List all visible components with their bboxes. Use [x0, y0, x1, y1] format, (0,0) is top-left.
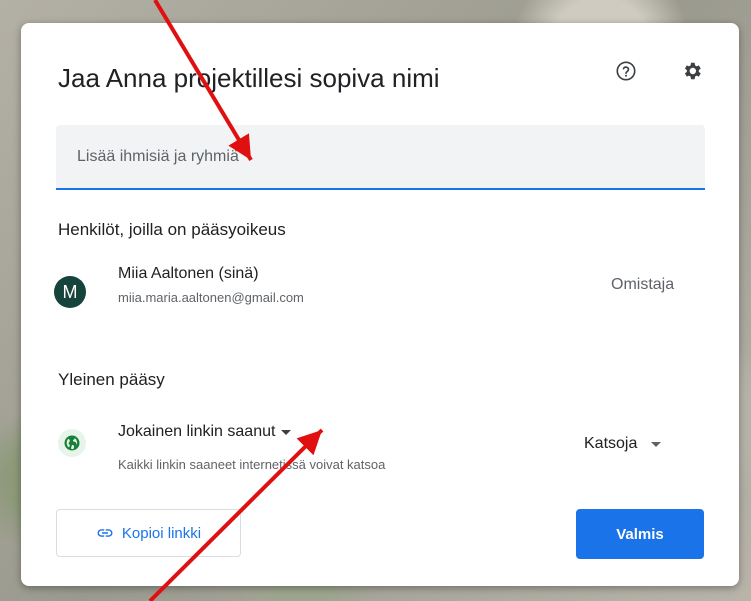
general-access-label: Jokainen linkin saanut	[118, 423, 276, 440]
chevron-down-icon	[281, 429, 292, 435]
dialog-title: Jaa Anna projektillesi sopiva nimi	[58, 63, 440, 93]
avatar: M	[54, 276, 86, 308]
owner-role-label: Omistaja	[611, 276, 675, 293]
person-name: Miia Aaltonen (sinä)	[118, 265, 259, 282]
done-button[interactable]: Valmis	[576, 509, 704, 559]
gear-icon	[684, 62, 701, 80]
person-email: miia.maria.aaltonen@gmail.com	[118, 290, 304, 305]
add-people-field[interactable]	[56, 125, 705, 190]
link-icon	[97, 529, 113, 537]
help-button[interactable]	[610, 55, 642, 87]
viewer-role-dropdown[interactable]: Katsoja	[584, 435, 662, 453]
share-dialog: Jaa Anna projektillesi sopiva nimi Henki…	[21, 23, 739, 586]
settings-button[interactable]	[676, 55, 708, 87]
help-icon	[616, 61, 636, 81]
general-access-description: Kaikki linkin saaneet internetissä voiva…	[118, 457, 386, 472]
general-access-dropdown[interactable]: Jokainen linkin saanut	[118, 423, 292, 441]
general-access-heading: Yleinen pääsy	[58, 370, 165, 389]
globe-icon	[58, 429, 86, 457]
add-people-input[interactable]	[56, 125, 705, 188]
copy-link-label: Kopioi linkki	[121, 524, 202, 542]
viewer-role-label: Katsoja	[584, 435, 638, 452]
copy-link-button[interactable]: Kopioi linkki	[56, 509, 241, 557]
chevron-down-icon	[651, 441, 662, 447]
people-with-access-heading: Henkilöt, joilla on pääsyoikeus	[58, 220, 286, 239]
